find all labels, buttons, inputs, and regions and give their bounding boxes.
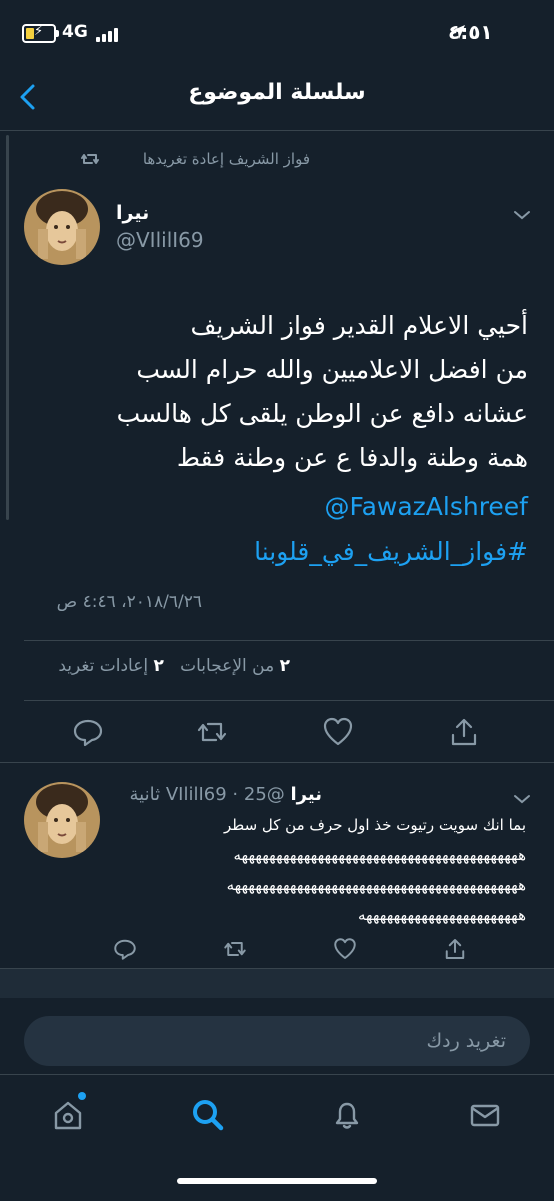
author-handle[interactable]: @VIlilI69 <box>116 228 204 252</box>
share-icon[interactable] <box>448 716 480 748</box>
reply-text: بما انك سويت رتيوت خذ اول حرف من كل سطر … <box>106 810 526 930</box>
retweet-icon[interactable] <box>196 716 228 748</box>
retweet-icon[interactable] <box>223 937 247 961</box>
tweet-text-line: أحيي الاعلام القدير فواز الشريف <box>190 311 528 340</box>
avatar[interactable] <box>24 189 100 265</box>
mention-link[interactable]: @FawazAlshreef <box>324 492 528 521</box>
heart-icon[interactable] <box>333 937 357 961</box>
reply-text-line: هههههههههههههههههههههههه <box>357 906 526 924</box>
home-icon[interactable] <box>48 1095 88 1135</box>
section-separator <box>0 968 554 999</box>
author-name[interactable]: نيرا <box>116 202 149 224</box>
reply-icon[interactable] <box>72 716 104 748</box>
tweet-text-line: همة وطنة والدفا ع عن وطنة فقط <box>176 443 528 472</box>
tweet-timestamp: ٢٠١٨/٦/٢٦، ٤:٤٦ ص <box>56 592 202 612</box>
search-icon[interactable] <box>188 1095 228 1135</box>
share-icon[interactable] <box>443 937 467 961</box>
unread-dot <box>78 1092 86 1100</box>
retweet-icon <box>81 154 99 164</box>
reply-author-name[interactable]: نيرا <box>291 784 322 805</box>
status-bar: ⚡ 4G ٤:٥١ <box>0 0 554 66</box>
reply-author-handle[interactable]: @VIlilI69 <box>166 784 285 805</box>
likes-count: ٢ <box>279 656 290 676</box>
home-indicator[interactable] <box>177 1178 377 1184</box>
nav-header: سلسلة الموضوع <box>0 66 554 131</box>
signal-icon <box>96 26 120 42</box>
divider <box>24 700 554 701</box>
reply-icon[interactable] <box>113 937 137 961</box>
chevron-down-icon[interactable] <box>512 792 532 806</box>
likes-label: من الإعجابات <box>180 656 275 676</box>
reply-text-line: هههههههههههههههههههههههههههههههههههههههه… <box>226 876 526 894</box>
chevron-down-icon[interactable] <box>512 208 532 222</box>
retweets-label: إعادات تغريد <box>58 656 149 676</box>
avatar[interactable] <box>24 782 100 858</box>
network-label: 4G <box>62 22 88 42</box>
retweet-indicator: فواز الشريف إعادة تغريدها <box>142 150 310 168</box>
status-time: ٤:٥١ <box>448 20 493 44</box>
hashtag-link[interactable]: #فواز_الشريف_في_قلوبنا <box>254 537 528 566</box>
thread-line <box>6 135 9 520</box>
reply-text-line: هههههههههههههههههههههههههههههههههههههههه… <box>233 846 526 864</box>
divider <box>24 640 554 641</box>
reply-input[interactable] <box>24 1016 530 1066</box>
reply-header: نيرا @VIlilI69 · 25 ثانية <box>129 784 322 805</box>
mail-icon[interactable] <box>465 1095 505 1135</box>
tweet-stats[interactable]: ٢ من الإعجابات ٢ إعادات تغريد <box>58 656 290 676</box>
retweets-count: ٢ <box>153 656 164 676</box>
reply-text-line: بما انك سويت رتيوت خذ اول حرف من كل سطر <box>223 816 526 834</box>
battery-icon: ⚡ <box>22 24 59 43</box>
heart-icon[interactable] <box>322 716 354 748</box>
bell-icon[interactable] <box>327 1095 367 1135</box>
tweet-text: أحيي الاعلام القدير فواز الشريف من افضل … <box>28 304 528 480</box>
page-title: سلسلة الموضوع <box>188 80 366 105</box>
tweet-text-line: عشانه دافع عن الوطن يلقى كل هالسب <box>116 399 528 428</box>
tweet-text-line: من افضل الاعلاميين والله حرام السب <box>136 355 528 384</box>
divider <box>0 762 554 763</box>
